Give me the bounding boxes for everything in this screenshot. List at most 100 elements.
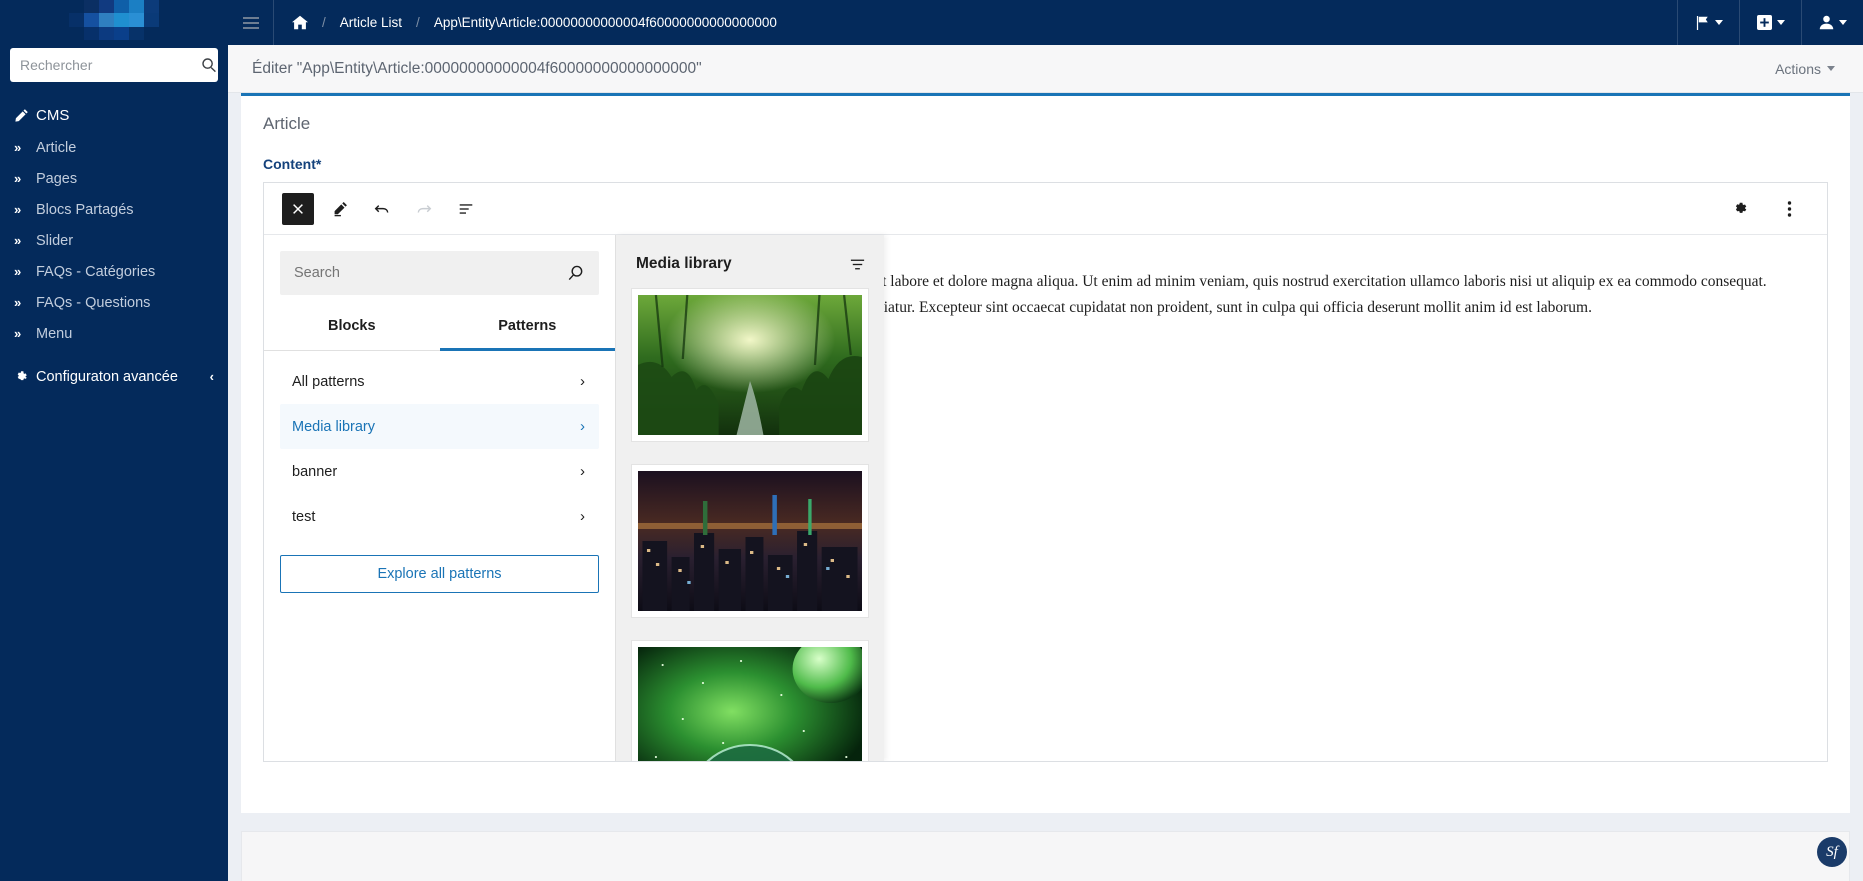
breadcrumb-separator: / <box>322 15 326 30</box>
filter-list-icon[interactable] <box>849 257 866 272</box>
top-navbar: / Article List / App\Entity\Article:0000… <box>228 0 1863 45</box>
sidebar-item-label: Menu <box>36 326 72 342</box>
sidebar-advanced-config-label: Configuraton avancée <box>36 369 178 385</box>
tab-patterns[interactable]: Patterns <box>440 305 616 351</box>
editor-toolbar-right <box>1723 193 1805 225</box>
tab-blocks[interactable]: Blocks <box>264 305 440 351</box>
chevrons-right-icon: » <box>14 233 36 248</box>
sidebar-search-box[interactable] <box>10 48 218 82</box>
card-title: Article <box>263 114 1828 134</box>
sidebar-nav: CMS » Article » Pages » Blocs Partagés »… <box>0 98 228 392</box>
sidebar-item-menu[interactable]: » Menu <box>0 318 228 349</box>
kebab-menu-icon[interactable] <box>1773 193 1805 225</box>
sidebar-item-label: FAQs - Catégories <box>36 264 155 280</box>
breadcrumb-item-current: App\Entity\Article:00000000000004f600000… <box>434 15 777 30</box>
pattern-category-banner[interactable]: banner › <box>280 449 599 494</box>
breadcrumb-separator: / <box>416 15 420 30</box>
chevrons-right-icon: » <box>14 202 36 217</box>
sidebar-item-blocs-partages[interactable]: » Blocs Partagés <box>0 194 228 225</box>
media-thumbnail-city[interactable] <box>632 465 868 617</box>
user-menu-button[interactable] <box>1801 0 1863 45</box>
pattern-category-label: banner <box>292 464 337 480</box>
caret-down-icon <box>1839 20 1847 25</box>
pattern-category-label: Media library <box>292 419 375 435</box>
content-field-label: Content* <box>263 156 1828 172</box>
forest-stream-photo <box>638 295 862 435</box>
home-icon[interactable] <box>292 15 308 30</box>
media-thumbnail-space[interactable] <box>632 641 868 761</box>
search-icon <box>566 264 585 283</box>
hamburger-icon[interactable] <box>228 0 273 45</box>
editor-toolbar <box>264 183 1827 235</box>
chevron-right-icon: › <box>580 373 585 390</box>
sidebar-search-wrap <box>0 40 228 86</box>
pattern-category-media-library[interactable]: Media library › <box>280 404 599 449</box>
logo-pixel-grid <box>69 0 159 40</box>
pattern-category-label: test <box>292 509 315 525</box>
breadcrumb-item-article-list[interactable]: Article List <box>340 15 402 30</box>
media-library-thumbnail-list <box>616 289 884 761</box>
search-input[interactable] <box>20 57 201 73</box>
plus-square-icon <box>1757 15 1772 30</box>
pencil-icon <box>14 108 36 123</box>
sidebar-item-label: Pages <box>36 171 77 187</box>
sidebar-item-pages[interactable]: » Pages <box>0 163 228 194</box>
flag-menu-button[interactable] <box>1677 0 1739 45</box>
topbar-right-actions <box>1677 0 1863 45</box>
block-inserter-panel: Blocks Patterns All patterns › Media lib… <box>264 235 616 761</box>
main-area: / Article List / App\Entity\Article:0000… <box>228 0 1863 881</box>
undo-arrow-icon[interactable] <box>366 193 398 225</box>
inserter-search-input[interactable] <box>294 265 566 281</box>
chevron-right-icon: › <box>580 463 585 480</box>
inserter-search-wrap <box>264 235 615 305</box>
pencil-icon[interactable] <box>324 193 356 225</box>
breadcrumb: / Article List / App\Entity\Article:0000… <box>273 0 1677 45</box>
sidebar-item-label: Blocs Partagés <box>36 202 134 218</box>
form-card: Article Content* <box>241 93 1850 813</box>
sidebar-item-label: Slider <box>36 233 73 249</box>
symfony-badge[interactable]: Sf <box>1817 837 1847 867</box>
redo-arrow-icon[interactable] <box>408 193 440 225</box>
sidebar-item-faqs-categories[interactable]: » FAQs - Catégories <box>0 256 228 287</box>
secondary-card <box>241 831 1850 881</box>
content-scroll-area: Article Content* <box>228 93 1863 881</box>
chevron-right-icon: › <box>580 418 585 435</box>
brand-logo[interactable] <box>0 0 228 40</box>
media-library-flyout: Media library <box>616 235 884 761</box>
media-thumbnail-forest[interactable] <box>632 289 868 441</box>
caret-down-icon <box>1777 20 1785 25</box>
city-skyline-night-photo <box>638 471 862 611</box>
close-x-icon[interactable] <box>282 193 314 225</box>
gear-icon <box>14 370 36 384</box>
chevrons-right-icon: » <box>14 264 36 279</box>
gear-icon[interactable] <box>1723 193 1755 225</box>
add-menu-button[interactable] <box>1739 0 1801 45</box>
document-outline-icon[interactable] <box>450 193 482 225</box>
sidebar: CMS » Article » Pages » Blocs Partagés »… <box>0 0 228 881</box>
caret-down-icon <box>1715 20 1723 25</box>
pattern-category-test[interactable]: test › <box>280 494 599 539</box>
inserter-search-box[interactable] <box>280 251 599 295</box>
sidebar-group-cms[interactable]: CMS <box>0 98 228 132</box>
page-title: Éditer "App\Entity\Article:0000000000000… <box>252 60 1775 78</box>
pattern-category-all-patterns[interactable]: All patterns › <box>280 359 599 404</box>
sidebar-item-slider[interactable]: » Slider <box>0 225 228 256</box>
chevrons-right-icon: » <box>14 140 36 155</box>
caret-down-icon <box>1827 66 1835 71</box>
sidebar-item-faqs-questions[interactable]: » FAQs - Questions <box>0 287 228 318</box>
search-icon <box>201 57 217 73</box>
sidebar-item-label: FAQs - Questions <box>36 295 150 311</box>
green-space-nebula-photo <box>638 647 862 761</box>
pattern-category-list: All patterns › Media library › banner › <box>264 351 615 539</box>
inserter-tabs: Blocks Patterns <box>264 305 615 351</box>
media-library-title: Media library <box>636 255 849 273</box>
chevron-left-icon[interactable]: ‹ <box>210 369 214 384</box>
actions-dropdown-button[interactable]: Actions <box>1775 61 1835 77</box>
sidebar-item-article[interactable]: » Article <box>0 132 228 163</box>
page-header-bar: Éditer "App\Entity\Article:0000000000000… <box>228 45 1863 93</box>
explore-all-patterns-button[interactable]: Explore all patterns <box>280 555 599 593</box>
actions-label: Actions <box>1775 61 1821 77</box>
sidebar-item-advanced-config[interactable]: Configuraton avancée ‹ <box>0 361 228 392</box>
flag-icon <box>1695 16 1710 30</box>
chevron-right-icon: › <box>580 508 585 525</box>
